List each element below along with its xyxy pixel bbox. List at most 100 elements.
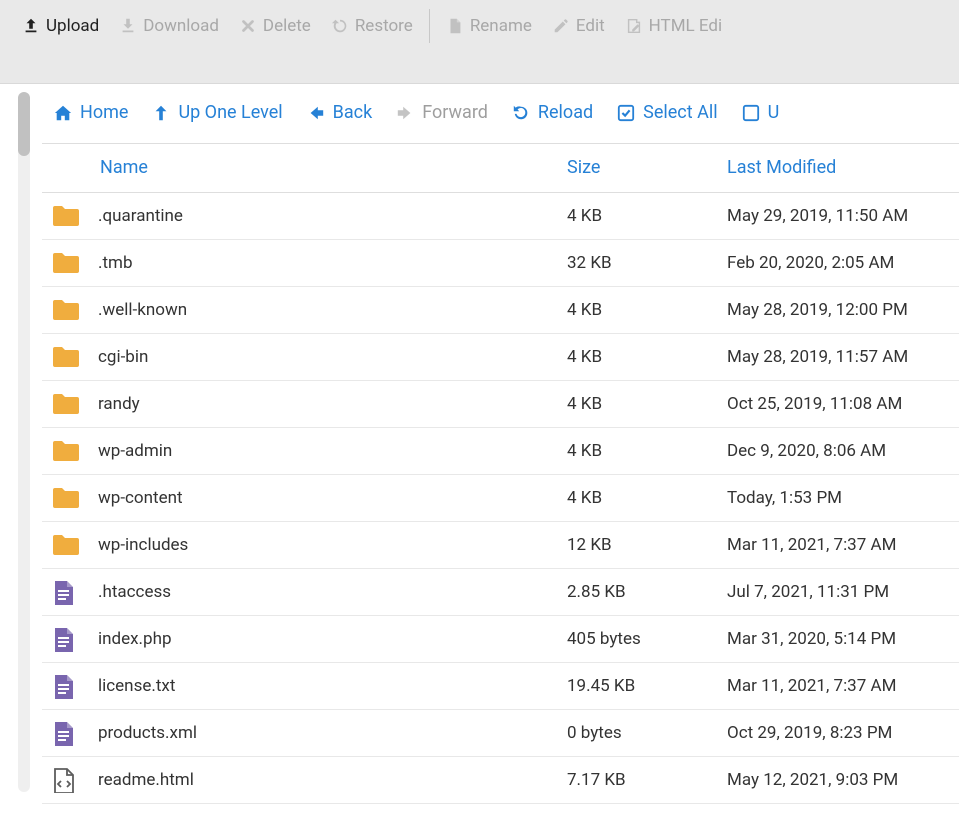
html-editor-button[interactable]: HTML Edi — [615, 9, 732, 43]
folder-icon — [50, 203, 80, 229]
table-row[interactable]: license.txt 19.45 KBMar 11, 2021, 7:37 AM — [42, 662, 959, 709]
file-size: 2.85 KB — [567, 568, 727, 615]
file-modified: Mar 31, 2020, 5:14 PM — [727, 615, 959, 662]
folder-icon — [50, 438, 80, 464]
file-name: randy — [98, 394, 140, 414]
table-row[interactable]: products.xml0 bytesOct 29, 2019, 8:23 PM — [42, 709, 959, 756]
back-button[interactable]: Back — [307, 102, 373, 123]
file-name: index.php — [98, 629, 172, 649]
file-name: .well-known — [98, 300, 187, 320]
file-name: products.xml — [98, 723, 197, 743]
file-name: .quarantine — [98, 206, 183, 226]
file-size: 19.45 KB — [567, 662, 727, 709]
table-row[interactable]: .tmb 32 KBFeb 20, 2020, 2:05 AM — [42, 239, 959, 286]
scrollbar-thumb[interactable] — [18, 92, 30, 156]
file-size: 12 KB — [567, 521, 727, 568]
download-icon — [119, 17, 137, 35]
restore-button[interactable]: Restore — [321, 9, 423, 43]
table-row[interactable]: wp-admin4 KBDec 9, 2020, 8:06 AM — [42, 427, 959, 474]
back-icon — [307, 104, 325, 122]
left-tree-pane — [0, 84, 14, 824]
file-modified: Oct 25, 2019, 11:08 AM — [727, 380, 959, 427]
edit-label: Edit — [576, 16, 605, 36]
folder-icon — [50, 344, 80, 370]
file-modified: Feb 20, 2020, 2:05 AM — [727, 239, 959, 286]
table-row[interactable]: index.php 405 bytesMar 31, 2020, 5:14 PM — [42, 615, 959, 662]
table-row[interactable]: wp-includes12 KBMar 11, 2021, 7:37 AM — [42, 521, 959, 568]
navbar: Home Up One Level Back Forward Reload Se… — [42, 92, 959, 144]
edit-button[interactable]: Edit — [542, 9, 615, 43]
up-one-level-button[interactable]: Up One Level — [152, 102, 282, 123]
edit-doc-icon — [625, 17, 643, 35]
table-row[interactable]: cgi-bin 4 KBMay 28, 2019, 11:57 AM — [42, 333, 959, 380]
check-square-icon — [617, 104, 635, 122]
reload-icon — [512, 104, 530, 122]
table-row[interactable]: randy 4 KBOct 25, 2019, 11:08 AM — [42, 380, 959, 427]
doc-file-icon — [50, 579, 80, 605]
file-modified: Mar 11, 2021, 7:37 AM — [727, 521, 959, 568]
table-row[interactable]: readme.html 7.17 KBMay 12, 2021, 9:03 PM — [42, 756, 959, 803]
forward-label: Forward — [422, 102, 488, 123]
file-modified: May 29, 2019, 11:50 AM — [727, 192, 959, 239]
col-header-modified[interactable]: Last Modified — [727, 144, 959, 192]
table-row[interactable]: .htaccess 2.85 KBJul 7, 2021, 11:31 PM — [42, 568, 959, 615]
file-size: 405 bytes — [567, 615, 727, 662]
folder-icon — [50, 297, 80, 323]
doc-icon — [446, 17, 464, 35]
download-button[interactable]: Download — [109, 9, 229, 43]
unselect-all-button[interactable]: U — [742, 102, 780, 123]
file-modified: May 28, 2019, 11:57 AM — [727, 333, 959, 380]
col-header-name[interactable]: Name — [42, 144, 567, 192]
file-size: 4 KB — [567, 474, 727, 521]
file-size: 4 KB — [567, 333, 727, 380]
file-name: license.txt — [98, 676, 175, 696]
restore-icon — [331, 17, 349, 35]
file-modified: Mar 11, 2021, 7:37 AM — [727, 662, 959, 709]
file-name: wp-content — [98, 488, 183, 508]
main: Home Up One Level Back Forward Reload Se… — [0, 84, 959, 824]
forward-button[interactable]: Forward — [396, 102, 488, 123]
html-editor-label: HTML Edi — [649, 16, 722, 36]
unselect-label: U — [768, 102, 780, 123]
select-all-button[interactable]: Select All — [617, 102, 717, 123]
restore-label: Restore — [355, 16, 413, 36]
table-row[interactable]: wp-content 4 KBToday, 1:53 PM — [42, 474, 959, 521]
rename-button[interactable]: Rename — [436, 9, 542, 43]
file-size: 4 KB — [567, 286, 727, 333]
home-label: Home — [80, 102, 128, 123]
file-name: cgi-bin — [98, 347, 148, 367]
delete-label: Delete — [263, 16, 311, 36]
file-name: .htaccess — [98, 582, 171, 602]
file-name: wp-admin — [98, 441, 172, 461]
pencil-icon — [552, 17, 570, 35]
file-size: 4 KB — [567, 380, 727, 427]
forward-icon — [396, 104, 414, 122]
reload-button[interactable]: Reload — [512, 102, 593, 123]
delete-button[interactable]: Delete — [229, 9, 321, 43]
file-modified: Jul 7, 2021, 11:31 PM — [727, 568, 959, 615]
table-row[interactable]: .quarantine4 KBMay 29, 2019, 11:50 AM — [42, 192, 959, 239]
file-modified: May 12, 2021, 9:03 PM — [727, 756, 959, 803]
col-header-size[interactable]: Size — [567, 144, 727, 192]
upload-icon — [22, 17, 40, 35]
square-icon — [742, 104, 760, 122]
file-size: 4 KB — [567, 427, 727, 474]
select-all-label: Select All — [643, 102, 717, 123]
file-size: 0 bytes — [567, 709, 727, 756]
upload-button[interactable]: Upload — [12, 9, 109, 43]
code-file-icon — [50, 767, 80, 793]
file-modified: Today, 1:53 PM — [727, 474, 959, 521]
file-name: readme.html — [98, 770, 194, 790]
table-row[interactable]: .well-known4 KBMay 28, 2019, 12:00 PM — [42, 286, 959, 333]
doc-file-icon — [50, 720, 80, 746]
file-table: Name Size Last Modified .quarantine4 KBM… — [42, 144, 959, 804]
file-size: 32 KB — [567, 239, 727, 286]
up-icon — [152, 104, 170, 122]
table-header-row: Name Size Last Modified — [42, 144, 959, 192]
rename-label: Rename — [470, 16, 532, 36]
tree-scrollbar[interactable] — [14, 84, 34, 824]
scrollbar-track[interactable] — [18, 92, 30, 792]
file-name: .tmb — [98, 253, 133, 273]
home-button[interactable]: Home — [54, 102, 128, 123]
file-size: 7.17 KB — [567, 756, 727, 803]
